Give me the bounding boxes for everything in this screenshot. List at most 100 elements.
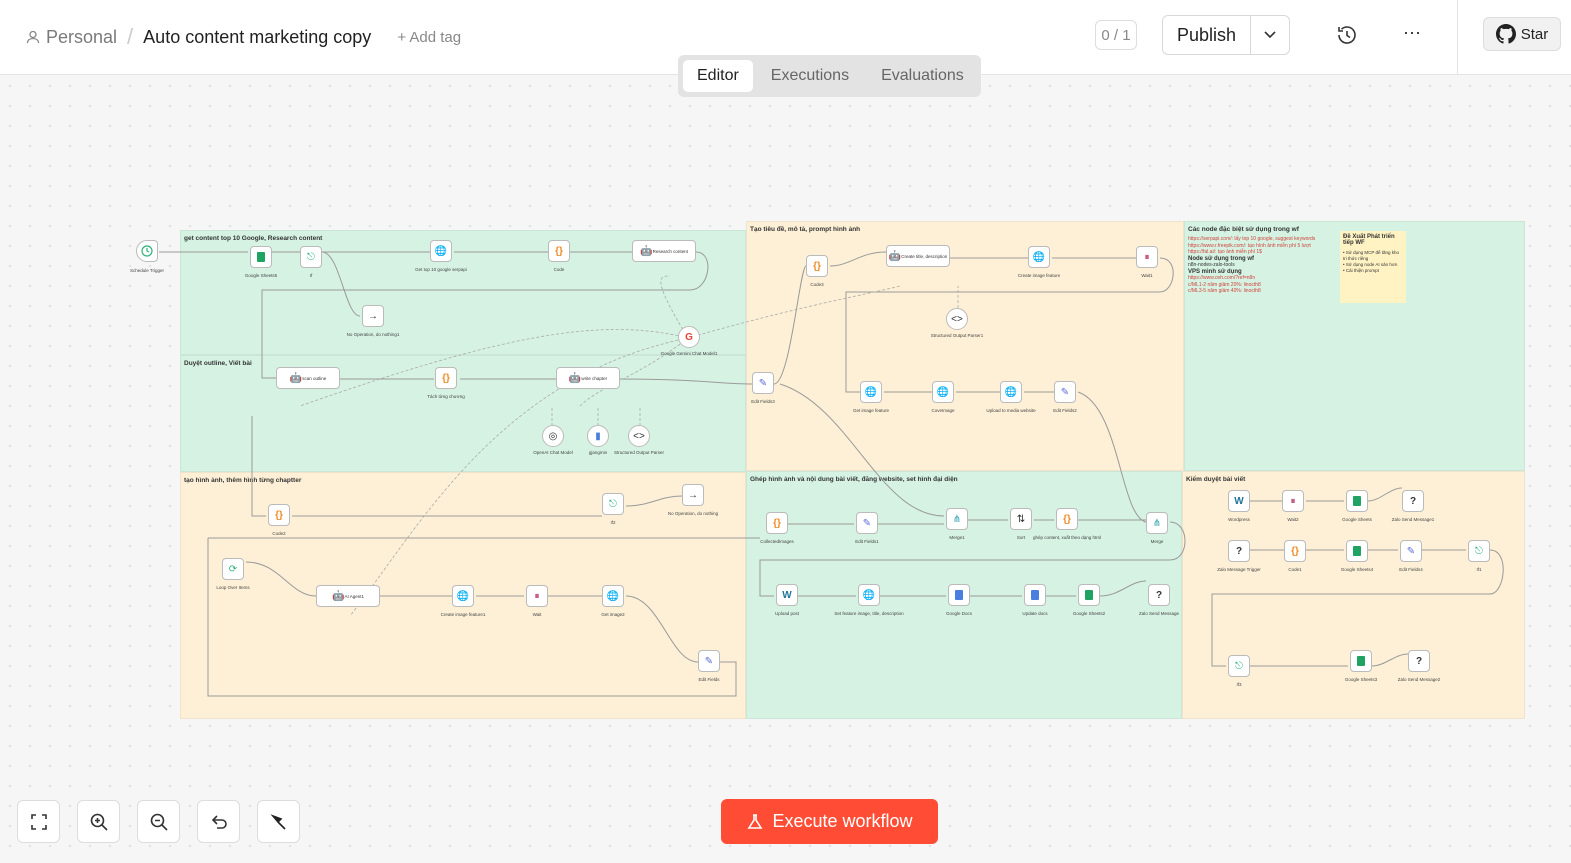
loop-over-items-node[interactable]: ⟳	[222, 558, 244, 580]
schedule-trigger-node[interactable]	[136, 240, 158, 262]
edit-fields4-node[interactable]: ✎	[1400, 540, 1422, 562]
wait-node[interactable]: ⏸	[526, 585, 548, 607]
upload-post-node[interactable]: W	[776, 584, 798, 606]
if2-node[interactable]: ⎋	[602, 493, 624, 515]
sort-node[interactable]: ⇅	[1010, 508, 1032, 530]
set-feature-image-node[interactable]: 🌐	[858, 584, 880, 606]
more-options-button[interactable]: ⋯	[1398, 22, 1426, 48]
upload-media-node[interactable]: 🌐	[1000, 381, 1022, 403]
write-chapter-node[interactable]: 🤖 write chapter	[556, 367, 620, 389]
zoom-out-button[interactable]	[137, 800, 180, 843]
sticky-title: Đề Xuất Phát triển tiếp WF	[1343, 234, 1395, 246]
if-node[interactable]: ⎋	[300, 246, 322, 268]
publish-dropdown-button[interactable]	[1251, 16, 1289, 54]
workflow-canvas[interactable]: get content top 10 Google, Research cont…	[0, 76, 1571, 863]
github-star-button[interactable]: Star	[1483, 17, 1561, 51]
zalo-send-message-node[interactable]: ?	[1148, 584, 1170, 606]
code1-node[interactable]: {}	[1284, 540, 1306, 562]
edit-fields2-node[interactable]: ✎	[1054, 381, 1076, 403]
coveimage-node[interactable]: 🌐	[932, 381, 954, 403]
code-icon: {}	[275, 509, 283, 521]
get-image2-node[interactable]: 🌐	[602, 585, 624, 607]
openai-model-node[interactable]: ◎	[542, 425, 564, 447]
structured-parser-node[interactable]: <>	[628, 425, 650, 447]
sheets-icon	[1357, 656, 1365, 666]
flask-icon	[748, 813, 763, 829]
edit-fields3-node[interactable]: ✎	[752, 372, 774, 394]
fit-view-button[interactable]	[17, 800, 60, 843]
edit-fields-node[interactable]: ✎	[698, 650, 720, 672]
scan-outline-node[interactable]: 🤖 scan outline	[276, 367, 340, 389]
google-sheets2-node[interactable]	[1078, 584, 1100, 606]
google-sheets4-node[interactable]	[1346, 540, 1368, 562]
create-image-feature-node[interactable]: 🌐	[1028, 246, 1050, 268]
globe-icon: 🌐	[434, 245, 448, 257]
update-docs-node[interactable]	[1024, 584, 1046, 606]
workspace-link[interactable]: Personal	[26, 27, 117, 48]
get-image-feature-node[interactable]: 🌐	[860, 381, 882, 403]
sticky-note[interactable]: Đề Xuất Phát triển tiếp WF • Sử dụng MCP…	[1340, 231, 1406, 303]
google-sheets5-node[interactable]	[250, 246, 272, 268]
tidy-up-button[interactable]	[257, 800, 300, 843]
node-label: Code2	[272, 531, 286, 536]
edit-fields1-node[interactable]: ✎	[856, 512, 878, 534]
research-content-node[interactable]: 🤖 Research content	[632, 240, 696, 262]
merge-node[interactable]: ⋔	[1146, 512, 1168, 534]
workspace-name: Personal	[46, 26, 118, 47]
serpapi-node[interactable]: 🌐	[430, 240, 452, 262]
structured-parser1-node[interactable]: <>	[946, 308, 968, 330]
tab-editor[interactable]: Editor	[683, 60, 753, 92]
globe-icon: 🌐	[606, 590, 620, 602]
zoom-in-button[interactable]	[77, 800, 120, 843]
note-heading: VPS mình sử dụng	[1188, 268, 1242, 275]
if3-node[interactable]: ⎋	[1228, 655, 1250, 677]
split-chapters-node[interactable]: {}	[435, 367, 457, 389]
node-label: Upload post	[774, 611, 800, 616]
no-op-node[interactable]: →	[682, 484, 704, 506]
google-docs-node[interactable]	[948, 584, 970, 606]
gemini-model-node[interactable]: G	[678, 326, 700, 348]
code2-node[interactable]: {}	[268, 504, 290, 526]
publish-button[interactable]: Publish	[1163, 16, 1252, 54]
workflow-name[interactable]: Auto content marketing copy	[143, 27, 371, 48]
wordpress-node[interactable]: W	[1228, 490, 1250, 512]
code-node[interactable]: {}	[548, 240, 570, 262]
merge-content-node[interactable]: {}	[1056, 508, 1078, 530]
branch-icon: ⎋	[307, 251, 315, 263]
globe-icon: 🌐	[864, 386, 878, 398]
broom-icon	[269, 813, 286, 830]
collected-images-node[interactable]: {}	[766, 512, 788, 534]
sort-icon: ⇅	[1016, 513, 1026, 525]
code3-node[interactable]: {}	[806, 255, 828, 277]
create-title-node[interactable]: 🤖 Create title, description	[886, 245, 950, 267]
node-label: Structured Output Parser1	[930, 333, 984, 338]
wait1-node[interactable]: ⏸	[1136, 246, 1158, 268]
undo-button[interactable]	[197, 800, 240, 843]
create-image-feature1-node[interactable]: 🌐	[452, 585, 474, 607]
wait2-node[interactable]: ⏸	[1282, 490, 1304, 512]
node-title: Create title, description	[901, 253, 948, 259]
execute-workflow-button[interactable]: Execute workflow	[721, 799, 938, 844]
history-button[interactable]	[1334, 22, 1360, 48]
google-sheets3-node[interactable]	[1350, 650, 1372, 672]
if1-node[interactable]: ⎋	[1468, 540, 1490, 562]
pause-icon: ⏸	[1144, 251, 1150, 263]
node-label: Structured Output Parser	[613, 450, 665, 455]
zalo-send-message1-node[interactable]: ?	[1402, 490, 1424, 512]
fullscreen-icon	[30, 813, 47, 830]
zalo-trigger-node[interactable]: ?	[1228, 540, 1250, 562]
gjangmin-node[interactable]: ▮	[587, 425, 609, 447]
add-tag-button[interactable]: + Add tag	[397, 29, 461, 46]
tab-executions[interactable]: Executions	[757, 60, 863, 92]
no-op1-node[interactable]: →	[362, 305, 384, 327]
merge1-node[interactable]: ⋔	[946, 508, 968, 530]
clock-icon	[141, 245, 153, 257]
zalo-send-message2-node[interactable]: ?	[1408, 650, 1430, 672]
tab-evaluations[interactable]: Evaluations	[867, 60, 978, 92]
ai-agent1-node[interactable]: 🤖 AI Agent1	[316, 585, 380, 607]
question-icon: ?	[1155, 589, 1163, 601]
node-label: Edit Fields	[698, 677, 720, 682]
google-sheets-node[interactable]	[1346, 490, 1368, 512]
node-label: Get image feature	[852, 408, 890, 413]
pause-icon: ⏸	[1290, 495, 1296, 507]
